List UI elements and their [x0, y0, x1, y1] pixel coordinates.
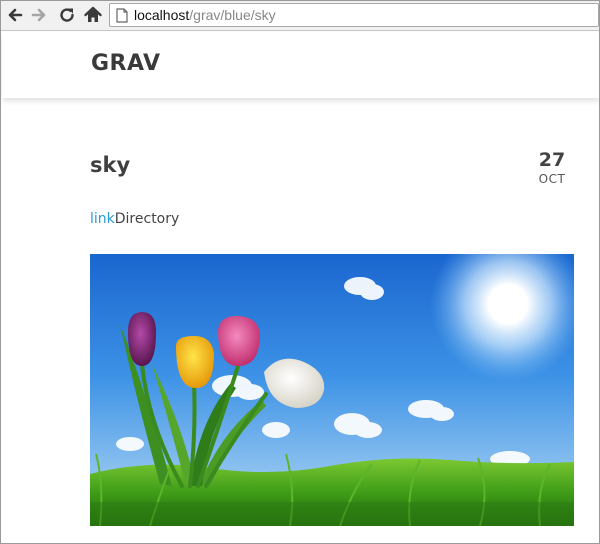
site-logo[interactable]: GRAV	[91, 51, 161, 76]
tulips-sky-image	[90, 254, 574, 526]
taxonomy-link[interactable]: link	[90, 211, 115, 227]
home-button[interactable]	[83, 5, 103, 25]
arrow-left-icon	[8, 8, 23, 22]
post-taxonomy: linkDirectory	[90, 211, 179, 227]
reload-icon	[60, 8, 74, 22]
browser-window: localhost/grav/blue/sky GRAV sky 27 OCT …	[0, 0, 600, 544]
home-icon	[84, 6, 102, 22]
address-bar[interactable]: localhost/grav/blue/sky	[109, 3, 599, 27]
hero-image	[90, 254, 574, 526]
back-button[interactable]	[5, 5, 25, 25]
taxonomy-text: Directory	[114, 211, 180, 227]
site-header: GRAV	[2, 32, 599, 98]
url-path: /grav/blue/sky	[189, 7, 276, 23]
date-month: OCT	[538, 172, 566, 186]
url-host: localhost	[134, 7, 190, 23]
date-day: 27	[538, 149, 566, 171]
arrow-right-icon	[31, 8, 46, 22]
browser-toolbar: localhost/grav/blue/sky	[1, 1, 599, 31]
post-date: 27 OCT	[532, 149, 572, 187]
page-icon	[116, 8, 128, 23]
reload-button[interactable]	[57, 5, 77, 25]
post-title: sky	[90, 153, 131, 177]
url-text: localhost/grav/blue/sky	[134, 7, 276, 23]
forward-button[interactable]	[29, 5, 49, 25]
